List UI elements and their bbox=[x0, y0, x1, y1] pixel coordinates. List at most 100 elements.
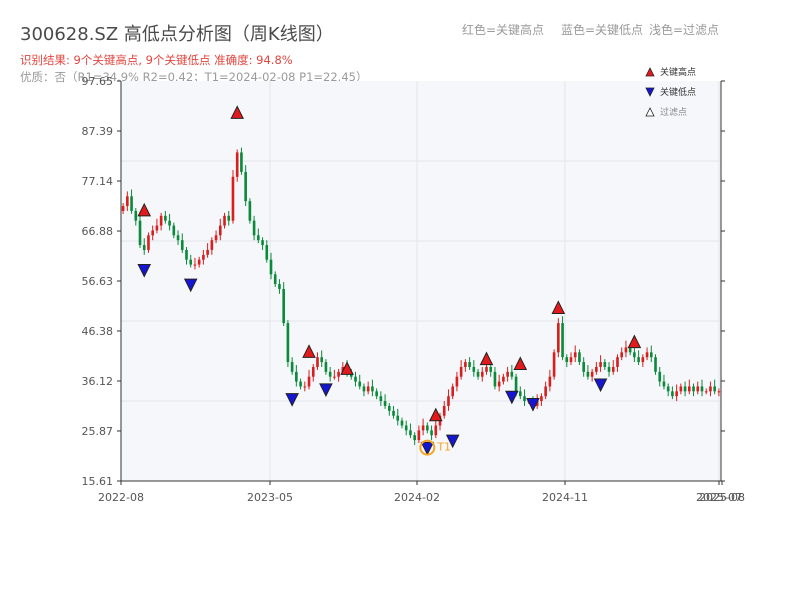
candle-body bbox=[548, 376, 552, 387]
candle-body bbox=[286, 323, 290, 363]
candle-body bbox=[666, 386, 670, 392]
y-tick-label: 15.61 bbox=[82, 475, 114, 488]
candle-body bbox=[451, 386, 454, 397]
candle-body bbox=[430, 430, 433, 436]
candle-body bbox=[709, 386, 712, 392]
candle-body bbox=[586, 371, 590, 377]
candle-body bbox=[459, 366, 463, 377]
candle-body bbox=[624, 347, 628, 353]
candle-body bbox=[692, 386, 695, 392]
candle-body bbox=[366, 386, 370, 392]
candle-body bbox=[142, 245, 146, 250]
candle-body bbox=[616, 357, 619, 367]
candle-body bbox=[480, 371, 484, 377]
candle-body bbox=[316, 357, 319, 367]
candle-body bbox=[126, 196, 129, 207]
candle-body bbox=[434, 425, 438, 436]
x-tick-label: 2023-05 bbox=[247, 491, 293, 504]
candle-body bbox=[413, 435, 416, 441]
candle-body bbox=[197, 259, 201, 265]
candle-body bbox=[231, 176, 235, 221]
candle-body bbox=[493, 371, 497, 387]
candle-body bbox=[497, 381, 501, 387]
candle-body bbox=[168, 220, 171, 226]
candle-body bbox=[134, 210, 138, 221]
candle-body bbox=[218, 225, 222, 236]
candle-body bbox=[426, 425, 429, 431]
candle-body bbox=[662, 381, 666, 387]
candle-body bbox=[396, 415, 400, 421]
t1-label: T1 bbox=[436, 441, 451, 454]
candle-body bbox=[417, 430, 421, 441]
candle-body bbox=[151, 230, 154, 236]
candle-body bbox=[523, 396, 526, 402]
candle-body bbox=[159, 215, 163, 226]
candle-body bbox=[371, 386, 374, 392]
candle-body bbox=[130, 196, 133, 211]
candlestick-chart: 15.61 25.87 36.12 46.38 56.63 66.88 77.14 87.39… bbox=[82, 66, 745, 504]
x-axis-ticks: 2022-08 2023-05 2024-02 2024-11 2025-072025-… bbox=[98, 481, 745, 504]
candle-body bbox=[358, 381, 362, 387]
candle-body bbox=[214, 235, 218, 241]
candle-body bbox=[620, 352, 624, 358]
candle-body bbox=[472, 366, 476, 372]
candle-body bbox=[392, 410, 395, 416]
legend-label: 过滤点 bbox=[660, 106, 687, 118]
candle-body bbox=[455, 376, 459, 387]
candle-body bbox=[273, 274, 277, 285]
candle-body bbox=[611, 366, 615, 372]
candle-body bbox=[235, 152, 239, 177]
candle-body bbox=[252, 220, 256, 236]
candle-body bbox=[421, 425, 425, 431]
y-tick-label: 87.39 bbox=[82, 125, 114, 138]
candle-body bbox=[189, 259, 193, 265]
candle-body bbox=[485, 366, 488, 372]
candle-body bbox=[442, 405, 446, 416]
candle-body bbox=[447, 396, 450, 406]
candle-body bbox=[388, 405, 391, 411]
candle-body bbox=[324, 362, 328, 372]
candle-body bbox=[641, 357, 645, 363]
candle-body bbox=[121, 206, 125, 211]
candle-body bbox=[654, 357, 657, 372]
candle-body bbox=[675, 391, 678, 397]
candle-body bbox=[147, 235, 150, 250]
candle-body bbox=[176, 235, 180, 241]
candle-body bbox=[590, 371, 594, 377]
candle-body bbox=[333, 376, 336, 378]
candle-body bbox=[658, 371, 662, 382]
candle-body bbox=[489, 366, 493, 372]
candle-body bbox=[383, 401, 387, 406]
candle-body bbox=[510, 371, 514, 377]
candle-body bbox=[138, 220, 142, 246]
candle-body bbox=[155, 225, 159, 231]
candle-body bbox=[379, 396, 383, 402]
candle-body bbox=[506, 371, 509, 377]
candle-body bbox=[561, 323, 564, 358]
candle-body bbox=[573, 352, 577, 358]
candle-body bbox=[468, 362, 471, 367]
candle-body bbox=[311, 366, 315, 377]
candle-body bbox=[544, 386, 547, 397]
candle-body bbox=[476, 371, 480, 377]
candle-body bbox=[248, 201, 252, 221]
candle-body bbox=[202, 254, 205, 260]
candle-body bbox=[227, 215, 231, 221]
candle-body bbox=[362, 386, 366, 392]
candle-body bbox=[637, 357, 640, 363]
candle-body bbox=[565, 357, 569, 363]
candle-body bbox=[717, 391, 721, 393]
candle-body bbox=[645, 352, 649, 358]
candle-body bbox=[404, 425, 408, 431]
candle-body bbox=[290, 362, 294, 372]
candle-body bbox=[185, 249, 188, 260]
y-tick-label: 25.87 bbox=[82, 425, 114, 438]
candle-body bbox=[320, 357, 324, 363]
candle-body bbox=[603, 362, 607, 367]
legend-label: 关键低点 bbox=[660, 86, 696, 98]
candle-body bbox=[257, 235, 260, 241]
candle-body bbox=[552, 352, 556, 377]
x-tick-label: 2024-02 bbox=[394, 491, 440, 504]
x-tick-label: 2024-11 bbox=[542, 491, 588, 504]
candle-body bbox=[206, 249, 209, 255]
